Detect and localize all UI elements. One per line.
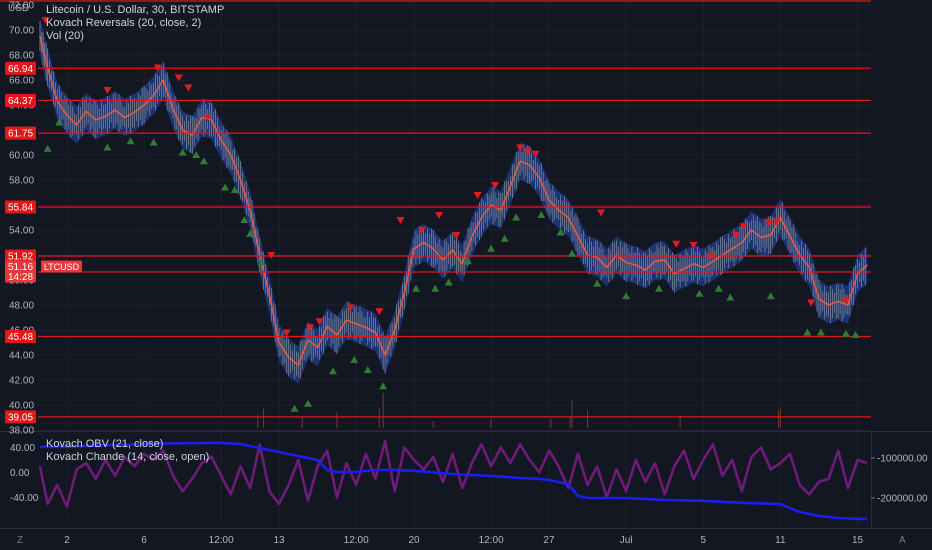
level-price-label: 39.05 xyxy=(8,412,33,423)
level-price-label: 45.48 xyxy=(8,332,33,343)
x-tick-label: Jul xyxy=(620,535,633,546)
currency-label: USD xyxy=(8,3,30,14)
reversal-up-marker xyxy=(726,293,735,301)
reversal-down-marker xyxy=(184,84,193,92)
reversal-up-marker xyxy=(500,234,509,242)
reversal-down-marker xyxy=(103,87,112,94)
x-tick-label: 13 xyxy=(273,535,285,546)
chart-legend: Litecoin / U.S. Dollar, 30, BITSTAMP Kov… xyxy=(46,4,224,43)
reversal-up-marker xyxy=(841,329,850,337)
chande-tick-label: 40.00 xyxy=(10,443,35,454)
reversal-up-marker xyxy=(126,137,135,145)
x-tick-label: 20 xyxy=(408,535,420,546)
y-tick-label: 70.00 xyxy=(9,26,34,37)
reversal-up-marker xyxy=(329,367,338,375)
reversal-up-marker xyxy=(512,213,521,221)
reversal-up-marker xyxy=(411,284,420,292)
reversal-up-marker xyxy=(431,284,440,292)
reversal-up-marker xyxy=(622,292,631,300)
level-price-label: 55.84 xyxy=(8,203,33,214)
y-tick-label: 44.00 xyxy=(9,351,34,362)
reversal-up-marker xyxy=(221,183,230,191)
x-tick-label: 12:00 xyxy=(344,535,369,546)
price-chart[interactable]: 38.0040.0042.0044.0046.0048.0050.0052.00… xyxy=(0,0,932,550)
indicator-kovach-chande[interactable]: Kovach Chande (14, close, open) xyxy=(46,451,209,464)
reversal-up-marker xyxy=(350,356,359,363)
reversal-down-marker xyxy=(473,192,482,199)
reversal-band xyxy=(39,17,868,384)
obv-tick-label: -100000.00 xyxy=(877,454,928,465)
y-tick-label: 60.00 xyxy=(9,151,34,162)
reversal-up-marker xyxy=(695,289,704,297)
reversal-up-marker xyxy=(43,144,52,152)
reversal-up-marker xyxy=(303,399,312,407)
reversal-up-marker xyxy=(487,244,496,252)
reversal-down-marker xyxy=(672,240,681,248)
x-tick-label: 2 xyxy=(64,535,70,546)
x-tick-label: 11 xyxy=(775,535,786,546)
indicator-kovach-obv[interactable]: Kovach OBV (21, close) xyxy=(46,438,209,451)
chande-tick-label: 0.00 xyxy=(10,468,30,479)
reversal-up-marker xyxy=(593,279,602,287)
reversal-up-marker xyxy=(714,284,723,292)
reversal-up-marker xyxy=(290,404,299,412)
y-tick-label: 68.00 xyxy=(9,51,34,62)
obv-tick-label: -200000.00 xyxy=(877,494,928,505)
y-tick-label: 38.00 xyxy=(9,426,34,437)
y-tick-label: 42.00 xyxy=(9,376,34,387)
x-tick-label: 15 xyxy=(852,535,864,546)
sub-pane-legend: Kovach OBV (21, close) Kovach Chande (14… xyxy=(46,438,209,464)
reversal-up-marker xyxy=(379,382,388,390)
timezone-z-icon[interactable]: Z xyxy=(17,535,23,546)
reversal-down-marker xyxy=(597,209,606,217)
reversal-up-marker xyxy=(103,143,112,151)
auto-scale-a-icon[interactable]: A xyxy=(899,535,906,546)
reversal-down-marker xyxy=(396,217,405,224)
x-tick-label: 12:00 xyxy=(209,535,234,546)
reversal-up-marker xyxy=(568,249,577,257)
y-tick-label: 40.00 xyxy=(9,401,34,412)
reversal-up-marker xyxy=(766,292,775,300)
symbol-label: LTCUSD xyxy=(44,262,80,272)
y-tick-label: 54.00 xyxy=(9,226,34,237)
level-price-label: 64.37 xyxy=(8,96,33,107)
indicator-volume[interactable]: Vol (20) xyxy=(46,30,224,43)
indicator-kovach-reversals[interactable]: Kovach Reversals (20, close, 2) xyxy=(46,17,224,30)
level-price-label: 61.75 xyxy=(8,129,33,140)
y-tick-label: 48.00 xyxy=(9,301,34,312)
x-tick-label: 6 xyxy=(141,535,147,546)
x-tick-label: 5 xyxy=(700,535,706,546)
reversal-up-marker xyxy=(654,284,663,292)
level-price-label: 66.94 xyxy=(8,64,33,75)
reversal-up-marker xyxy=(851,331,860,338)
reversal-up-marker xyxy=(537,211,546,218)
reversal-down-marker xyxy=(375,308,384,316)
reversal-down-marker xyxy=(435,212,444,219)
x-tick-label: 27 xyxy=(543,535,555,546)
y-tick-label: 58.00 xyxy=(9,176,34,187)
x-tick-label: 12:00 xyxy=(479,535,504,546)
reversal-up-marker xyxy=(363,366,372,373)
chande-tick-label: -40.00 xyxy=(10,493,39,504)
y-tick-label: 66.00 xyxy=(9,76,34,87)
reversal-up-marker xyxy=(149,138,158,146)
chart-title[interactable]: Litecoin / U.S. Dollar, 30, BITSTAMP xyxy=(46,4,224,17)
countdown-label: 14:28 xyxy=(8,272,33,283)
reversal-up-marker xyxy=(199,157,208,165)
